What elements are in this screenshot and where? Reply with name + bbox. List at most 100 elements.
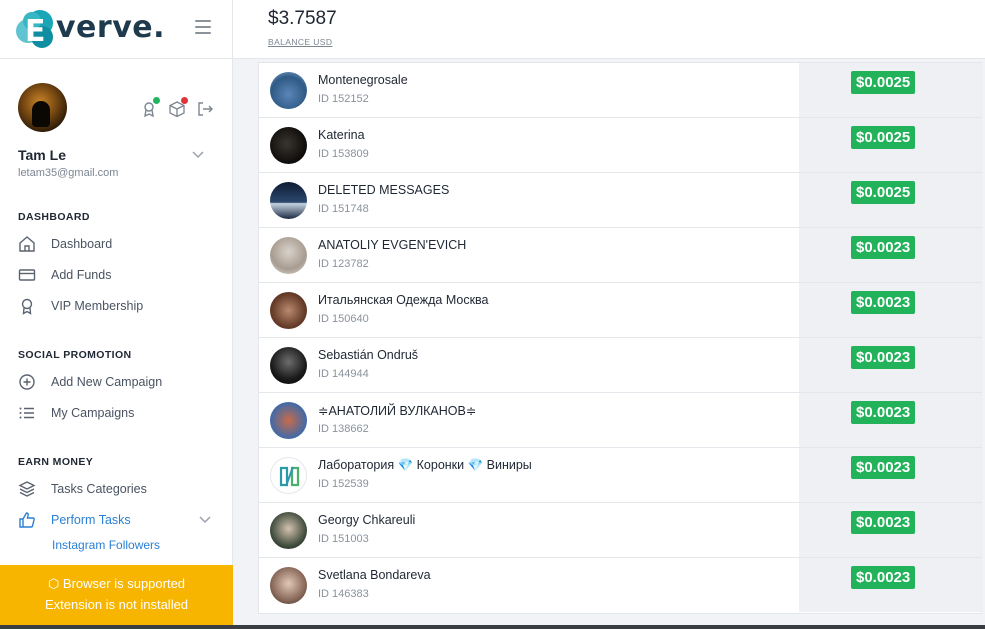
nav-item-add-funds[interactable]: Add Funds [18, 264, 218, 286]
menu-toggle-icon[interactable] [195, 20, 211, 34]
task-price-badge: $0.0023 [851, 401, 916, 424]
task-price-badge: $0.0025 [851, 126, 916, 149]
task-row[interactable]: Лаборатория 💎 Коронки 💎 Виниры ID 152539 $… [259, 448, 983, 503]
lab-logo-icon [279, 466, 300, 487]
task-avatar[interactable] [270, 347, 307, 384]
nav-section-earn: EARN MONEY [18, 456, 94, 468]
nav-item-dashboard[interactable]: Dashboard [18, 233, 218, 255]
task-avatar[interactable] [270, 127, 307, 164]
task-price-badge: $0.0023 [851, 291, 916, 314]
task-row[interactable]: Katerina ID 153809 $0.0025 [259, 118, 983, 173]
nav-item-label: VIP Membership [51, 299, 144, 313]
task-price-badge: $0.0023 [851, 511, 916, 534]
task-row[interactable]: Georgy Chkareuli ID 151003 $0.0023 [259, 503, 983, 558]
balance-amount: $3.7587 [268, 8, 337, 29]
nav-item-task-categories[interactable]: Tasks Categories [18, 478, 218, 500]
nav-item-perform-tasks[interactable]: Perform Tasks [18, 509, 218, 531]
task-account-name[interactable]: Итальянская Одежда Москва [318, 293, 489, 307]
sidebar: E verve. Tam Le letam35@gmail.com DASHBO… [0, 0, 233, 629]
task-account-name[interactable]: Лаборатория 💎 Коронки 💎 Виниры [318, 458, 532, 473]
thumbs-up-icon [19, 512, 35, 528]
nav-section-social: SOCIAL PROMOTION [18, 349, 132, 361]
user-name[interactable]: Tam Le [18, 147, 66, 163]
task-price-badge: $0.0023 [851, 346, 916, 369]
extension-banner[interactable]: ⬡ Browser is supported Extension is not … [0, 565, 233, 625]
task-account-id: ID 123782 [318, 258, 369, 270]
top-header: $3.7587 BALANCE USD [233, 0, 985, 59]
task-price-badge: $0.0025 [851, 181, 916, 204]
banner-line-1: ⬡ Browser is supported [47, 576, 186, 591]
award-icon[interactable] [140, 97, 160, 118]
box-icon: ⬡ [47, 576, 63, 591]
task-row[interactable]: ≑АНАТОЛИЙ ВУЛКАНОВ≑ ID 138662 $0.0023 [259, 393, 983, 448]
task-avatar[interactable] [270, 292, 307, 329]
task-avatar[interactable] [270, 237, 307, 274]
everve-logo-icon[interactable]: E [14, 7, 58, 51]
nav-item-label: Dashboard [51, 237, 113, 251]
layers-icon [18, 481, 36, 497]
task-account-id: ID 146383 [318, 588, 369, 600]
balance-label[interactable]: BALANCE USD [268, 37, 332, 47]
nav-item-label: Perform Tasks [51, 513, 131, 527]
logo-bar: E verve. [0, 0, 232, 59]
task-avatar[interactable] [270, 457, 307, 494]
task-avatar[interactable] [270, 182, 307, 219]
profile-card: Tam Le letam35@gmail.com [0, 60, 233, 190]
task-account-id: ID 151003 [318, 533, 369, 545]
award-icon [21, 298, 33, 315]
task-price-badge: $0.0023 [851, 456, 916, 479]
task-row[interactable]: ANATOLIY EVGEN'EVICH ID 123782 $0.0023 [259, 228, 983, 283]
nav-item-label: Tasks Categories [51, 482, 147, 496]
subnav-instagram-followers[interactable]: Instagram Followers [52, 538, 160, 552]
task-account-name[interactable]: Sebastián Ondruš [318, 348, 418, 362]
nav-item-add-campaign[interactable]: Add New Campaign [18, 371, 218, 393]
profile-actions [140, 97, 214, 118]
task-account-id: ID 138662 [318, 423, 369, 435]
chevron-down-icon[interactable] [192, 151, 204, 159]
task-account-name[interactable]: Georgy Chkareuli [318, 513, 415, 527]
task-account-name[interactable]: Montenegrosale [318, 73, 408, 87]
user-email: letam35@gmail.com [18, 167, 119, 179]
task-avatar[interactable] [270, 567, 307, 604]
home-icon [19, 236, 35, 252]
task-list: Montenegrosale ID 152152 $0.0025 Katerina ID… [258, 62, 983, 614]
nav-item-label: Add Funds [51, 268, 112, 282]
task-account-id: ID 152152 [318, 93, 369, 105]
task-account-name[interactable]: DELETED MESSAGES [318, 183, 449, 197]
task-row[interactable]: Svetlana Bondareva ID 146383 $0.0023 [259, 558, 983, 613]
task-price-badge: $0.0023 [851, 566, 916, 589]
task-row[interactable]: DELETED MESSAGES ID 151748 $0.0025 [259, 173, 983, 228]
task-account-id: ID 152539 [318, 478, 369, 490]
task-account-name[interactable]: Svetlana Bondareva [318, 568, 431, 582]
nav-item-my-campaigns[interactable]: My Campaigns [18, 402, 218, 424]
chevron-down-icon[interactable] [199, 516, 211, 524]
logo-text: verve. [56, 10, 165, 45]
task-account-id: ID 153809 [318, 148, 369, 160]
nav-section-dashboard: DASHBOARD [18, 211, 90, 223]
task-account-name[interactable]: ≑АНАТОЛИЙ ВУЛКАНОВ≑ [318, 403, 476, 418]
task-avatar[interactable] [270, 72, 307, 109]
task-price-badge: $0.0023 [851, 236, 916, 259]
nav-item-vip-membership[interactable]: VIP Membership [18, 295, 218, 317]
task-avatar[interactable] [270, 402, 307, 439]
task-account-id: ID 151748 [318, 203, 369, 215]
task-account-id: ID 144944 [318, 368, 369, 380]
task-price-badge: $0.0025 [851, 71, 916, 94]
logout-icon[interactable] [196, 100, 214, 118]
window-bottom-edge [0, 625, 985, 629]
svg-text:E: E [25, 14, 46, 49]
nav-item-label: My Campaigns [51, 406, 135, 420]
user-avatar[interactable] [18, 83, 67, 132]
task-avatar[interactable] [270, 512, 307, 549]
credit-card-icon [18, 269, 36, 281]
task-row[interactable]: Montenegrosale ID 152152 $0.0025 [259, 63, 983, 118]
task-row[interactable]: Итальянская Одежда Москва ID 150640 $0.002… [259, 283, 983, 338]
task-account-name[interactable]: Katerina [318, 128, 365, 142]
task-account-id: ID 150640 [318, 313, 369, 325]
box-icon[interactable] [168, 97, 188, 118]
task-account-name[interactable]: ANATOLIY EVGEN'EVICH [318, 238, 466, 252]
banner-line-2: Extension is not installed [44, 597, 189, 612]
nav-item-label: Add New Campaign [51, 375, 163, 389]
task-row[interactable]: Sebastián Ondruš ID 144944 $0.0023 [259, 338, 983, 393]
list-icon [19, 407, 34, 419]
